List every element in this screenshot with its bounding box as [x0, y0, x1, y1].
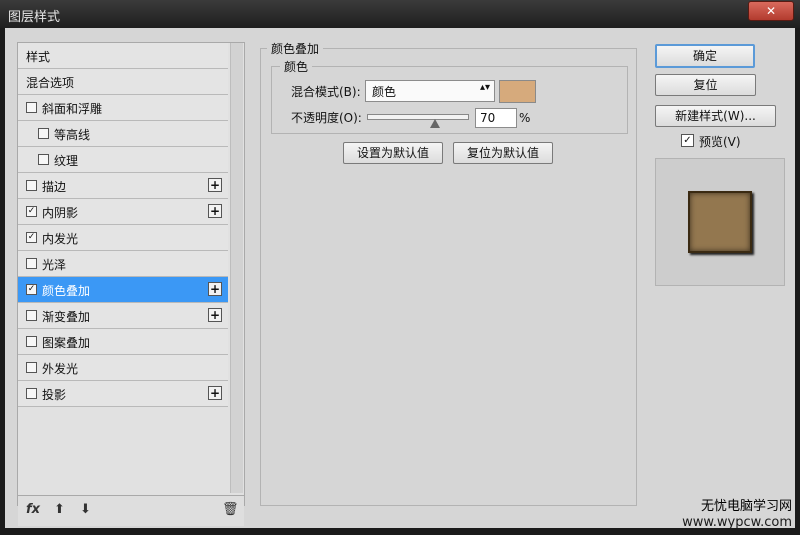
- style-list-item[interactable]: 样式: [18, 43, 228, 69]
- close-button[interactable]: ✕: [748, 1, 794, 21]
- preview-thumbnail: [655, 158, 785, 286]
- title-bar: 图层样式 ✕: [0, 0, 800, 28]
- list-toolbar: fx ⬆ ⬇ 🗑: [18, 495, 244, 526]
- style-list-item[interactable]: 纹理: [18, 147, 228, 173]
- style-item-label: 光泽: [42, 258, 67, 272]
- style-list-item[interactable]: 投影 +: [18, 381, 228, 407]
- style-checkbox[interactable]: [26, 102, 37, 113]
- overlay-color-swatch[interactable]: [499, 80, 536, 103]
- style-item-label: 纹理: [54, 154, 79, 168]
- watermark-line-1: 无忧电脑学习网: [700, 499, 792, 514]
- style-list-item[interactable]: 混合选项: [18, 69, 228, 95]
- group-title: 颜色: [280, 58, 313, 75]
- style-checkbox[interactable]: [38, 154, 49, 165]
- style-item-label: 样式: [26, 50, 51, 64]
- new-style-button[interactable]: 新建样式(W)...: [655, 105, 776, 127]
- fx-icon[interactable]: fx: [26, 502, 40, 517]
- style-item-label: 描边: [42, 180, 67, 194]
- trash-icon[interactable]: 🗑: [222, 502, 239, 517]
- style-item-label: 混合选项: [26, 76, 75, 90]
- add-effect-icon[interactable]: +: [208, 282, 222, 296]
- add-effect-icon[interactable]: +: [208, 178, 222, 192]
- preview-square: [688, 191, 752, 253]
- style-list-item[interactable]: 外发光: [18, 355, 228, 381]
- style-list-item[interactable]: 光泽: [18, 251, 228, 277]
- add-effect-icon[interactable]: +: [208, 386, 222, 400]
- watermark-line-2: www.wypcw.com: [682, 515, 792, 530]
- opacity-slider[interactable]: [367, 114, 469, 128]
- style-checkbox[interactable]: ✓: [26, 232, 37, 243]
- style-item-label: 图案叠加: [42, 336, 91, 350]
- opacity-label: 不透明度(O):: [291, 111, 362, 125]
- style-item-label: 渐变叠加: [42, 310, 91, 324]
- opacity-unit: %: [519, 111, 531, 125]
- move-down-icon[interactable]: ⬇: [80, 502, 91, 517]
- style-item-label: 斜面和浮雕: [42, 102, 103, 116]
- preview-label: 预览(V): [699, 135, 741, 149]
- style-list-item[interactable]: ✓ 内发光: [18, 225, 228, 251]
- style-checkbox[interactable]: [26, 180, 37, 191]
- add-effect-icon[interactable]: +: [208, 308, 222, 322]
- style-checkbox[interactable]: [26, 310, 37, 321]
- style-item-label: 内阴影: [42, 206, 79, 220]
- opacity-input[interactable]: 70: [475, 108, 517, 128]
- preview-checkbox[interactable]: ✓: [681, 134, 694, 147]
- style-list-item[interactable]: 描边 +: [18, 173, 228, 199]
- style-list-item[interactable]: 斜面和浮雕: [18, 95, 228, 121]
- style-list-item[interactable]: ✓ 颜色叠加 +: [18, 277, 228, 303]
- style-checkbox[interactable]: [38, 128, 49, 139]
- set-default-button[interactable]: 设置为默认值: [343, 142, 443, 164]
- style-item-label: 等高线: [54, 128, 91, 142]
- updown-arrow-icon: ▴▾: [479, 82, 490, 93]
- style-checkbox[interactable]: [26, 388, 37, 399]
- style-item-label: 内发光: [42, 232, 79, 246]
- reset-default-button[interactable]: 复位为默认值: [453, 142, 553, 164]
- slider-thumb-icon[interactable]: [430, 119, 441, 128]
- blend-mode-value: 颜色: [372, 85, 397, 99]
- blend-mode-select[interactable]: 颜色 ▴▾: [365, 80, 495, 102]
- ok-button[interactable]: 确定: [655, 44, 755, 68]
- watermark: 无忧电脑学习网 www.wypcw.com: [682, 499, 792, 531]
- style-item-label: 投影: [42, 388, 67, 402]
- style-checkbox[interactable]: [26, 336, 37, 347]
- add-effect-icon[interactable]: +: [208, 204, 222, 218]
- style-checkbox[interactable]: [26, 258, 37, 269]
- scrollbar[interactable]: [230, 43, 243, 493]
- reset-button[interactable]: 复位: [655, 74, 756, 96]
- style-checkbox[interactable]: ✓: [26, 284, 37, 295]
- style-list-item[interactable]: 渐变叠加 +: [18, 303, 228, 329]
- style-item-label: 颜色叠加: [42, 284, 91, 298]
- move-up-icon[interactable]: ⬆: [54, 502, 65, 517]
- styles-list-panel: 样式 混合选项 斜面和浮雕 等高线 纹理 描边 + ✓ 内阴影 + ✓ 内发光 光泽 ✓ 颜色叠加 + 渐变叠加…: [17, 42, 245, 526]
- dialog-body: 样式 混合选项 斜面和浮雕 等高线 纹理 描边 + ✓ 内阴影 + ✓ 内发光 光泽 ✓ 颜色叠加 + 渐变叠加…: [5, 28, 795, 528]
- style-checkbox[interactable]: ✓: [26, 206, 37, 217]
- style-list-item[interactable]: ✓ 内阴影 +: [18, 199, 228, 225]
- styles-list: 样式 混合选项 斜面和浮雕 等高线 纹理 描边 + ✓ 内阴影 + ✓ 内发光 光泽 ✓ 颜色叠加 + 渐变叠加…: [18, 43, 228, 407]
- style-list-item[interactable]: 等高线: [18, 121, 228, 147]
- blend-mode-label: 混合模式(B):: [291, 85, 361, 99]
- window-title: 图层样式: [8, 10, 61, 25]
- style-item-label: 外发光: [42, 362, 79, 376]
- opacity-value: 70: [480, 111, 496, 125]
- style-checkbox[interactable]: [26, 362, 37, 373]
- style-list-item[interactable]: 图案叠加: [18, 329, 228, 355]
- section-title: 颜色叠加: [267, 40, 324, 57]
